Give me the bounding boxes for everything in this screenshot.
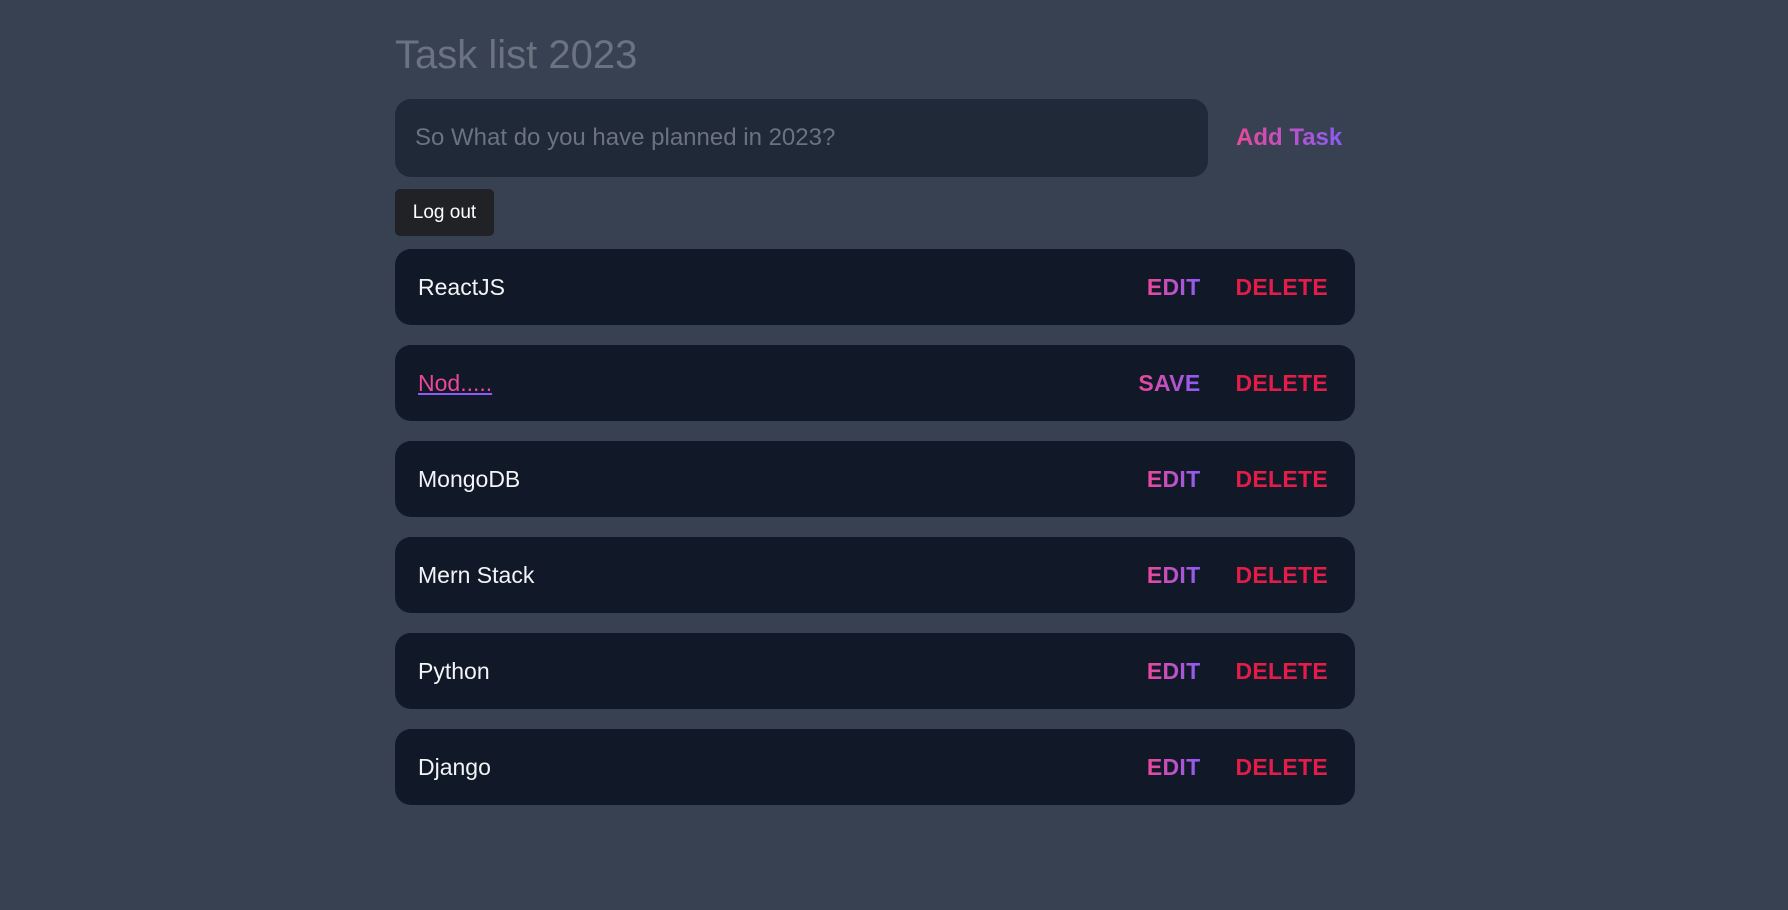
new-task-input[interactable] <box>395 99 1208 177</box>
save-label: SAVE <box>1138 369 1201 396</box>
task-row-editing: SAVE DELETE <box>395 345 1355 421</box>
task-row: Django EDIT DELETE <box>395 729 1355 805</box>
delete-button[interactable]: DELETE <box>1235 466 1328 493</box>
delete-button[interactable]: DELETE <box>1235 754 1328 781</box>
logout-button[interactable]: Log out <box>395 189 494 236</box>
task-row: ReactJS EDIT DELETE <box>395 249 1355 325</box>
edit-button[interactable]: EDIT <box>1147 658 1201 685</box>
task-actions: EDIT DELETE <box>1147 249 1328 325</box>
task-row: Python EDIT DELETE <box>395 633 1355 709</box>
task-text: Python <box>418 658 490 684</box>
task-text: ReactJS <box>418 274 505 300</box>
edit-button[interactable]: EDIT <box>1147 754 1201 781</box>
delete-button[interactable]: DELETE <box>1235 562 1328 589</box>
edit-label: EDIT <box>1146 657 1201 684</box>
page-title: Task list 2023 <box>395 33 638 77</box>
delete-button[interactable]: DELETE <box>1235 274 1328 301</box>
edit-button[interactable]: EDIT <box>1147 466 1201 493</box>
task-row: MongoDB EDIT DELETE <box>395 441 1355 517</box>
task-actions: EDIT DELETE <box>1147 633 1328 709</box>
edit-label: EDIT <box>1146 753 1201 780</box>
edit-label: EDIT <box>1146 465 1201 492</box>
task-text: MongoDB <box>418 466 521 492</box>
task-list: ReactJS EDIT DELETE SAVE DELETE MongoDB … <box>395 249 1355 825</box>
task-actions: EDIT DELETE <box>1147 729 1328 805</box>
task-actions: SAVE DELETE <box>1138 345 1328 421</box>
delete-button[interactable]: DELETE <box>1235 658 1328 685</box>
edit-label: EDIT <box>1146 561 1201 588</box>
task-actions: EDIT DELETE <box>1147 441 1328 517</box>
edit-button[interactable]: EDIT <box>1147 274 1201 301</box>
task-row: Mern Stack EDIT DELETE <box>395 537 1355 613</box>
task-text: Django <box>418 754 491 780</box>
task-edit-input[interactable] <box>418 364 1018 402</box>
add-task-button[interactable]: Add Task <box>1230 99 1348 177</box>
delete-button[interactable]: DELETE <box>1235 370 1328 397</box>
task-actions: EDIT DELETE <box>1147 537 1328 613</box>
edit-label: EDIT <box>1146 273 1201 300</box>
save-button[interactable]: SAVE <box>1138 370 1200 397</box>
edit-button[interactable]: EDIT <box>1147 562 1201 589</box>
task-text: Mern Stack <box>418 562 535 588</box>
add-task-label: Add Task <box>1236 124 1343 151</box>
